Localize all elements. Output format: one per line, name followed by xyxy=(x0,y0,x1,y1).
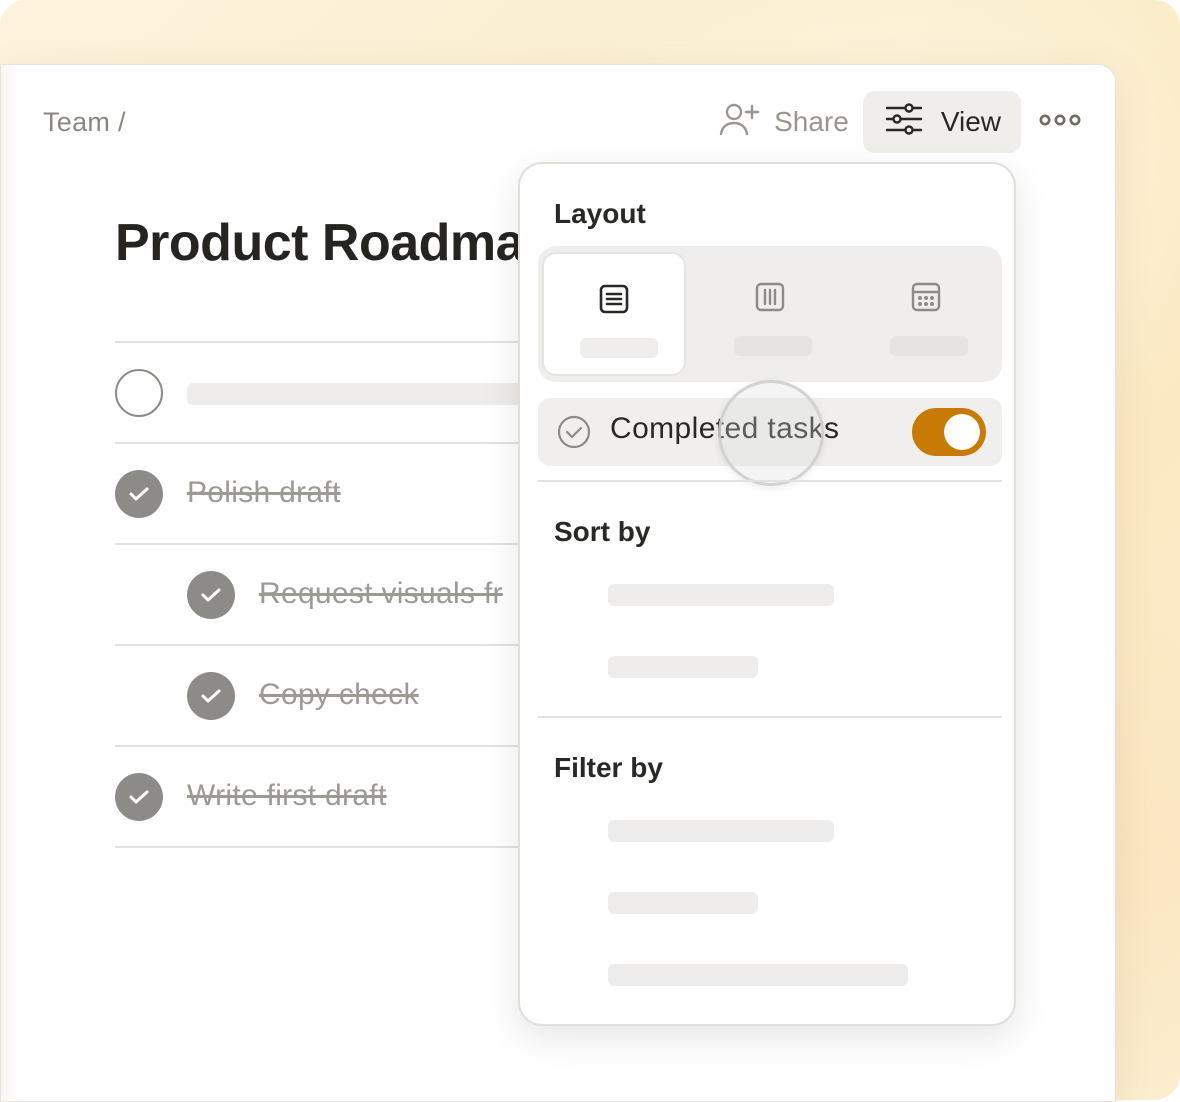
layout-heading: Layout xyxy=(554,198,646,229)
calendar-icon xyxy=(911,282,941,317)
check-circle-icon xyxy=(556,414,592,455)
board-icon xyxy=(755,282,785,317)
layout-option-board[interactable] xyxy=(698,252,842,376)
checkmark-icon xyxy=(129,790,149,804)
task-row: Copy check xyxy=(115,644,575,745)
layout-option-label xyxy=(890,336,968,356)
cursor-indicator xyxy=(718,380,824,486)
sort-heading: Sort by xyxy=(554,516,651,547)
task-placeholder xyxy=(187,383,527,405)
task-checkbox[interactable] xyxy=(187,571,235,619)
task-row: Write first draft xyxy=(115,745,575,848)
filter-heading: Filter by xyxy=(554,752,663,783)
checkmark-icon xyxy=(201,588,221,602)
task-label[interactable]: Polish draft xyxy=(187,476,341,510)
checkmark-icon xyxy=(129,487,149,501)
sort-option-placeholder[interactable] xyxy=(608,584,834,606)
task-checkbox[interactable] xyxy=(115,470,163,518)
sort-option-placeholder[interactable] xyxy=(608,656,758,678)
breadcrumb[interactable]: Team / xyxy=(43,107,126,138)
task-checkbox[interactable] xyxy=(115,773,163,821)
task-row xyxy=(115,341,575,442)
view-options-panel: Layout Completed tasks Sort by Filter by xyxy=(518,162,1016,1026)
filter-option-placeholder[interactable] xyxy=(608,964,908,986)
task-row: Request visuals fr xyxy=(115,543,575,644)
top-toolbar: Share View xyxy=(710,91,1095,153)
divider xyxy=(538,480,1002,482)
add-person-icon xyxy=(718,101,762,144)
sliders-icon xyxy=(885,102,923,143)
ellipsis-icon xyxy=(1039,112,1081,133)
share-label: Share xyxy=(774,106,849,137)
toggle-knob xyxy=(944,414,980,450)
checkmark-icon xyxy=(201,689,221,703)
share-button[interactable]: Share xyxy=(710,91,857,153)
list-icon xyxy=(599,284,629,319)
layout-option-list[interactable] xyxy=(542,252,686,376)
divider xyxy=(538,716,1002,718)
layout-option-label xyxy=(580,338,658,358)
page-title: Product Roadma xyxy=(115,214,525,272)
task-row: Polish draft xyxy=(115,442,575,543)
filter-option-placeholder[interactable] xyxy=(608,820,834,842)
layout-selector xyxy=(538,246,1002,382)
view-button[interactable]: View xyxy=(862,91,1021,153)
task-checkbox[interactable] xyxy=(115,369,163,417)
layout-option-calendar[interactable] xyxy=(854,252,998,376)
completed-tasks-toggle[interactable] xyxy=(912,408,986,456)
task-label[interactable]: Copy check xyxy=(259,678,419,712)
task-list: Polish draft Request visuals fr Copy che… xyxy=(115,341,575,848)
view-label: View xyxy=(940,106,1001,137)
task-checkbox[interactable] xyxy=(187,672,235,720)
layout-option-label xyxy=(734,336,812,356)
more-options-button[interactable] xyxy=(1039,112,1081,133)
task-label[interactable]: Request visuals fr xyxy=(259,577,503,611)
task-label[interactable]: Write first draft xyxy=(187,779,387,813)
filter-option-placeholder[interactable] xyxy=(608,892,758,914)
